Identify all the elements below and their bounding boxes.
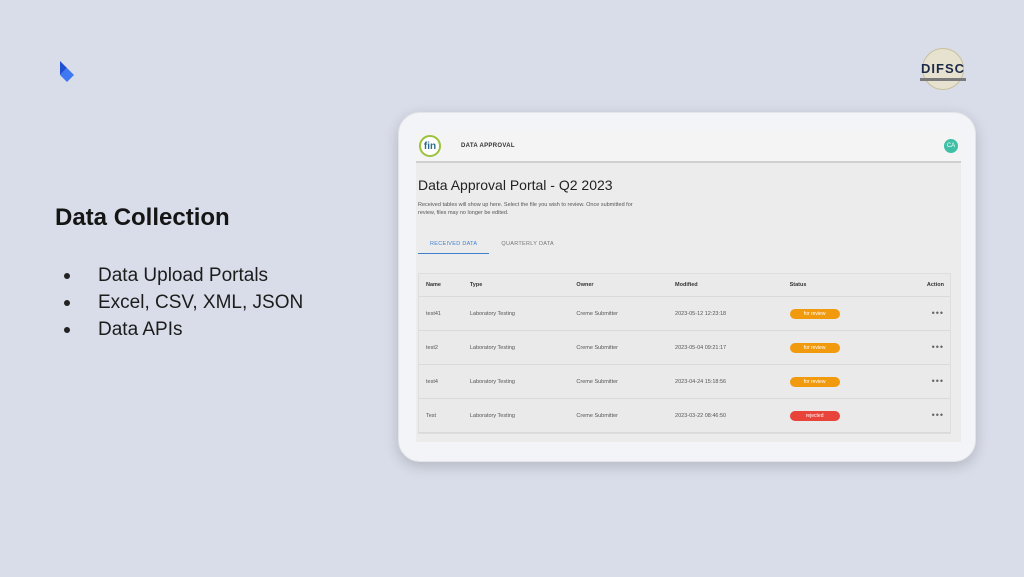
avatar[interactable]: CA: [944, 139, 958, 153]
cell-type: Laboratory Testing: [469, 412, 515, 419]
cell-name: test2: [426, 344, 438, 351]
partner-logo-text: DIFSC: [921, 61, 965, 76]
column-header-status[interactable]: Status: [790, 282, 895, 288]
tab-received-data[interactable]: RECEIVED DATA: [418, 241, 490, 254]
status-badge: for review: [789, 342, 840, 353]
column-header-type[interactable]: Type: [470, 282, 577, 288]
table-header-row: Name Type Owner Modified Status Action: [419, 274, 950, 297]
nav-data-approval[interactable]: DATA APPROVAL: [461, 143, 515, 149]
status-badge: rejected: [789, 410, 840, 421]
column-header-modified[interactable]: Modified: [675, 282, 790, 288]
app-bar: fin DATA APPROVAL CA: [416, 131, 961, 163]
more-actions-icon[interactable]: •••: [932, 308, 944, 318]
section-title: Data Collection: [55, 204, 230, 231]
cell-modified: 2023-05-04 09:21:17: [675, 344, 727, 351]
cell-type: Laboratory Testing: [469, 378, 515, 385]
page-description: Received tables will show up here. Selec…: [418, 202, 633, 216]
cell-name: test4: [426, 378, 438, 385]
tab-bar: RECEIVED DATA QUARTERLY DATA: [418, 241, 566, 254]
cell-name: Test: [426, 412, 437, 419]
table-row[interactable]: test41 Laboratory Testing Creme Submitte…: [419, 297, 950, 331]
bullet-item: Excel, CSV, XML, JSON: [64, 289, 303, 316]
bullet-item: Data Upload Portals: [64, 262, 303, 289]
table-row[interactable]: test4 Laboratory Testing Creme Submitter…: [419, 365, 950, 399]
more-actions-icon[interactable]: •••: [932, 376, 944, 386]
cell-modified: 2023-04-24 15:18:56: [675, 378, 727, 385]
brand-logo-icon: [60, 61, 74, 82]
cell-name: test41: [426, 310, 441, 317]
bullet-item: Data APIs: [64, 316, 303, 343]
table-row[interactable]: Test Laboratory Testing Creme Submitter …: [419, 399, 950, 433]
fin-logo-icon[interactable]: fin: [419, 135, 441, 157]
data-table: Name Type Owner Modified Status Action t…: [418, 273, 951, 434]
bullet-icon: [64, 326, 70, 333]
bullet-text: Data Upload Portals: [98, 264, 269, 286]
cell-owner: Creme Submitter: [576, 378, 618, 385]
bullet-icon: [64, 272, 70, 279]
tab-quarterly-data[interactable]: QUARTERLY DATA: [489, 241, 566, 254]
partner-logo-underline: [920, 78, 966, 81]
status-badge: for review: [789, 376, 840, 387]
cell-type: Laboratory Testing: [469, 344, 515, 351]
column-header-action: Action: [926, 282, 945, 288]
cell-modified: 2023-03-22 08:46:50: [675, 412, 727, 419]
tablet-frame: fin DATA APPROVAL CA Data Approval Porta…: [398, 112, 976, 462]
status-badge: for review: [789, 308, 840, 319]
more-actions-icon[interactable]: •••: [932, 342, 944, 352]
app-screen: fin DATA APPROVAL CA Data Approval Porta…: [416, 131, 961, 442]
cell-type: Laboratory Testing: [469, 310, 515, 317]
bullet-icon: [64, 299, 70, 306]
more-actions-icon[interactable]: •••: [932, 410, 944, 420]
page-title: Data Approval Portal - Q2 2023: [418, 177, 613, 193]
bullet-text: Data APIs: [98, 318, 183, 340]
column-header-name[interactable]: Name: [419, 282, 470, 288]
cell-modified: 2023-05-12 12:23:18: [675, 310, 727, 317]
bullet-list: Data Upload Portals Excel, CSV, XML, JSO…: [64, 262, 303, 343]
partner-logo: DIFSC: [912, 48, 974, 92]
cell-owner: Creme Submitter: [576, 310, 618, 317]
table-row[interactable]: test2 Laboratory Testing Creme Submitter…: [419, 331, 950, 365]
cell-owner: Creme Submitter: [576, 344, 618, 351]
bullet-text: Excel, CSV, XML, JSON: [98, 291, 304, 313]
column-header-owner[interactable]: Owner: [576, 282, 675, 288]
cell-owner: Creme Submitter: [576, 412, 618, 419]
